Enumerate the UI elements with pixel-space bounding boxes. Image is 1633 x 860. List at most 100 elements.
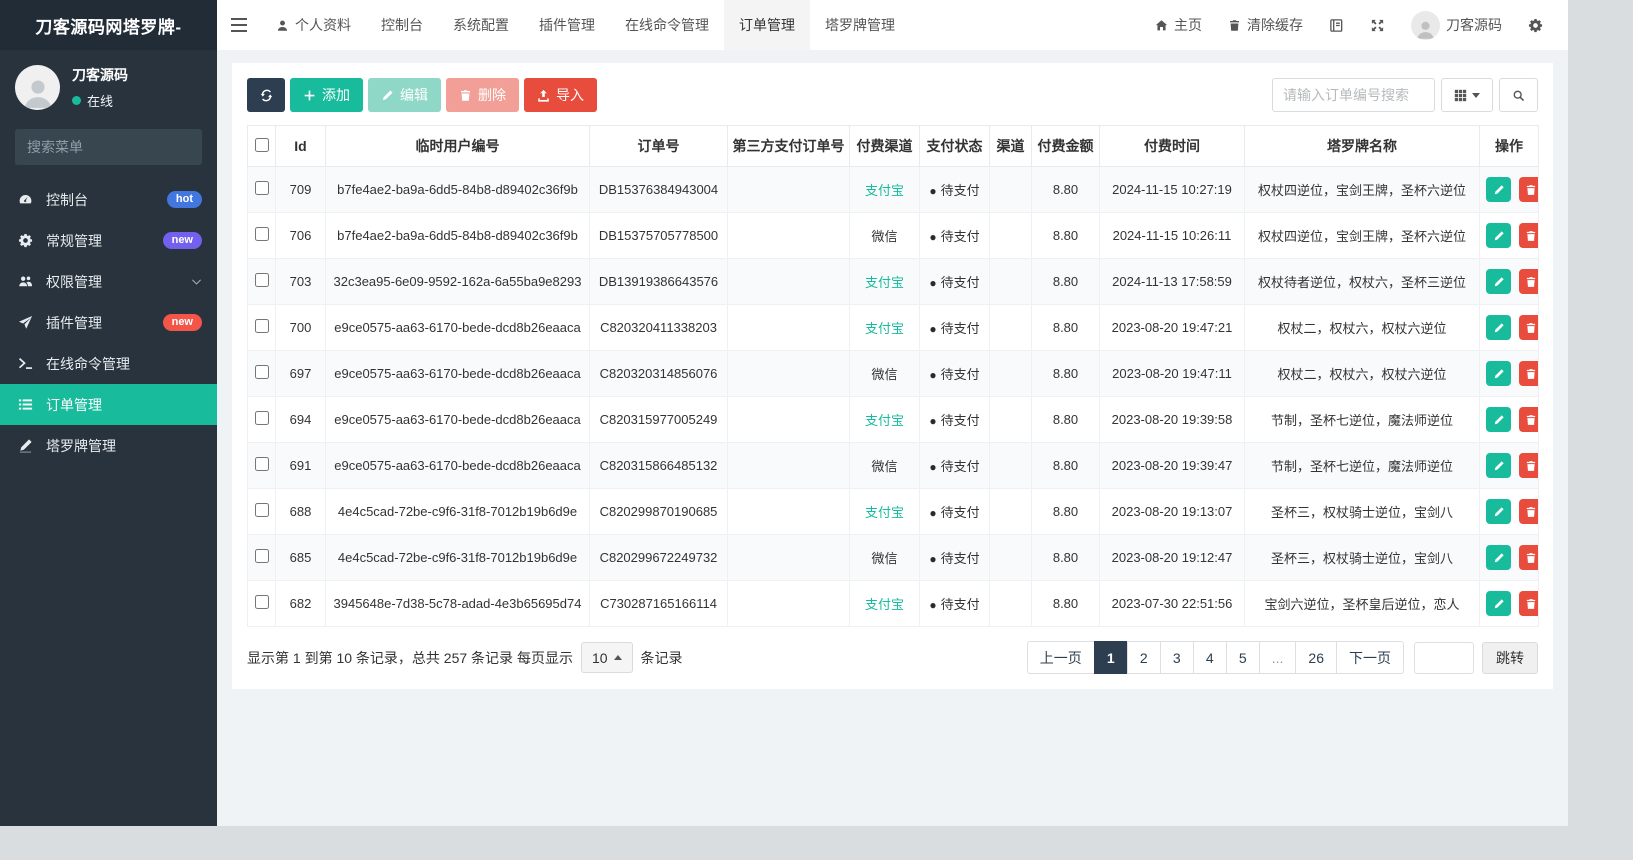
topbar-tab-orders[interactable]: 订单管理: [724, 0, 810, 50]
sidebar-item-commands[interactable]: 在线命令管理: [0, 343, 217, 384]
topbar-username: 刀客源码: [1446, 17, 1502, 33]
row-checkbox[interactable]: [254, 457, 269, 471]
column-header-id[interactable]: Id: [275, 125, 326, 167]
row-delete-button[interactable]: [1518, 315, 1538, 340]
row-delete-button[interactable]: [1518, 177, 1538, 202]
row-edit-button[interactable]: [1486, 223, 1511, 248]
jump-page-input[interactable]: [1414, 641, 1474, 674]
page-button-2[interactable]: 2: [1126, 641, 1161, 674]
sidebar-item-orders[interactable]: 订单管理: [0, 384, 217, 425]
row-delete-button[interactable]: [1518, 591, 1538, 616]
sidebar-item-permissions[interactable]: 权限管理: [0, 261, 217, 302]
pen-icon: [18, 438, 36, 453]
row-edit-button[interactable]: [1486, 545, 1511, 570]
column-header-time[interactable]: 付费时间: [1099, 125, 1245, 167]
table-row[interactable]: 706 b7fe4ae2-ba9a-6dd5-84b8-d89402c36f9b…: [247, 212, 1539, 259]
search-button[interactable]: [1499, 78, 1538, 112]
row-checkbox[interactable]: [254, 273, 269, 287]
row-edit-button[interactable]: [1486, 407, 1511, 432]
sidebar-search-input[interactable]: [27, 139, 208, 155]
order-search-input[interactable]: [1272, 78, 1435, 112]
table-row[interactable]: 682 3945648e-7d38-5c78-adad-4e3b65695d74…: [247, 580, 1539, 627]
topbar-item-plugins[interactable]: 插件管理: [524, 0, 610, 50]
row-delete-button[interactable]: [1518, 453, 1538, 478]
topbar-item-sysconfig[interactable]: 系统配置: [438, 0, 524, 50]
row-checkbox[interactable]: [254, 181, 269, 195]
table-row[interactable]: 700 e9ce0575-aa63-6170-bede-dcd8b26eaaca…: [247, 304, 1539, 351]
jump-button[interactable]: 跳转: [1482, 641, 1538, 674]
table-row[interactable]: 694 e9ce0575-aa63-6170-bede-dcd8b26eaaca…: [247, 396, 1539, 443]
sidebar-item-plugins[interactable]: 插件管理 new: [0, 302, 217, 343]
table-row[interactable]: 703 32c3ea95-6e09-9592-162a-6a55ba9e8293…: [247, 258, 1539, 305]
row-edit-button[interactable]: [1486, 361, 1511, 386]
row-checkbox[interactable]: [254, 595, 269, 609]
row-delete-button[interactable]: [1518, 361, 1538, 386]
row-edit-button[interactable]: [1486, 315, 1511, 340]
language-button[interactable]: [1316, 18, 1357, 33]
row-checkbox[interactable]: [254, 503, 269, 517]
topbar-item-dashboard[interactable]: 控制台: [366, 0, 438, 50]
row-checkbox[interactable]: [254, 365, 269, 379]
page-button-1[interactable]: 1: [1093, 641, 1128, 674]
hot-badge: hot: [166, 191, 202, 208]
add-button[interactable]: 添加: [290, 78, 363, 112]
row-checkbox[interactable]: [254, 549, 269, 563]
table-row[interactable]: 685 4e4c5cad-72be-c9f6-31f8-7012b19b6d9e…: [247, 534, 1539, 581]
column-header-order-no[interactable]: 订单号: [589, 125, 728, 167]
sidebar-item-tarot[interactable]: 塔罗牌管理: [0, 425, 217, 466]
row-delete-button[interactable]: [1518, 545, 1538, 570]
cell-third-no: [727, 350, 850, 397]
row-delete-button[interactable]: [1518, 223, 1538, 248]
column-header-channel[interactable]: 付费渠道: [849, 125, 920, 167]
topbar-user[interactable]: 刀客源码: [1398, 10, 1515, 40]
row-edit-button[interactable]: [1486, 453, 1511, 478]
select-all-checkbox[interactable]: [254, 137, 269, 152]
page-button-3[interactable]: 3: [1159, 641, 1194, 674]
page-button-5[interactable]: 5: [1225, 641, 1260, 674]
table-row[interactable]: 709 b7fe4ae2-ba9a-6dd5-84b8-d89402c36f9b…: [247, 166, 1539, 213]
table-row[interactable]: 691 e9ce0575-aa63-6170-bede-dcd8b26eaaca…: [247, 442, 1539, 489]
sidebar-toggle-button[interactable]: [217, 0, 261, 50]
sidebar-item-dashboard[interactable]: 控制台 hot: [0, 179, 217, 220]
table-row[interactable]: 688 4e4c5cad-72be-c9f6-31f8-7012b19b6d9e…: [247, 488, 1539, 535]
columns-button[interactable]: [1441, 78, 1493, 112]
topbar-item-profile[interactable]: 个人资料: [261, 0, 366, 50]
cell-amount: 8.80: [1031, 212, 1100, 259]
column-header-qudao[interactable]: 渠道: [989, 125, 1032, 167]
table-row[interactable]: 697 e9ce0575-aa63-6170-bede-dcd8b26eaaca…: [247, 350, 1539, 397]
row-edit-button[interactable]: [1486, 591, 1511, 616]
row-edit-button[interactable]: [1486, 499, 1511, 524]
row-delete-button[interactable]: [1518, 407, 1538, 432]
column-header-tarot[interactable]: 塔罗牌名称: [1244, 125, 1480, 167]
row-checkbox[interactable]: [254, 411, 269, 425]
edit-button[interactable]: 编辑: [368, 78, 441, 112]
column-header-user-no[interactable]: 临时用户编号: [325, 125, 590, 167]
cell-actions: [1479, 166, 1539, 213]
sidebar-item-general[interactable]: 常规管理 new: [0, 220, 217, 261]
page-button-4[interactable]: 4: [1192, 641, 1227, 674]
column-header-amount[interactable]: 付费金额: [1031, 125, 1100, 167]
pencil-icon: [1494, 368, 1504, 378]
page-button-26[interactable]: 26: [1295, 641, 1337, 674]
page-size-select[interactable]: 10: [580, 642, 633, 673]
home-button[interactable]: 主页: [1142, 15, 1215, 35]
row-delete-button[interactable]: [1518, 499, 1538, 524]
clear-cache-button[interactable]: 清除缓存: [1215, 15, 1316, 35]
column-header-status[interactable]: 支付状态: [919, 125, 990, 167]
refresh-button[interactable]: [247, 78, 285, 112]
fullscreen-button[interactable]: [1357, 18, 1398, 33]
import-button[interactable]: 导入: [524, 78, 597, 112]
topbar-item-tarot[interactable]: 塔罗牌管理: [810, 0, 910, 50]
next-page-button[interactable]: 下一页: [1336, 641, 1404, 674]
row-edit-button[interactable]: [1486, 269, 1511, 294]
settings-button[interactable]: [1515, 18, 1556, 33]
row-checkbox[interactable]: [254, 319, 269, 333]
row-checkbox[interactable]: [254, 227, 269, 241]
row-delete-button[interactable]: [1518, 269, 1538, 294]
topbar-item-commands[interactable]: 在线命令管理: [610, 0, 724, 50]
column-header-third-no[interactable]: 第三方支付订单号: [727, 125, 850, 167]
cell-third-no: [727, 396, 850, 443]
row-edit-button[interactable]: [1486, 177, 1511, 202]
prev-page-button[interactable]: 上一页: [1026, 641, 1095, 674]
delete-button[interactable]: 删除: [446, 78, 519, 112]
